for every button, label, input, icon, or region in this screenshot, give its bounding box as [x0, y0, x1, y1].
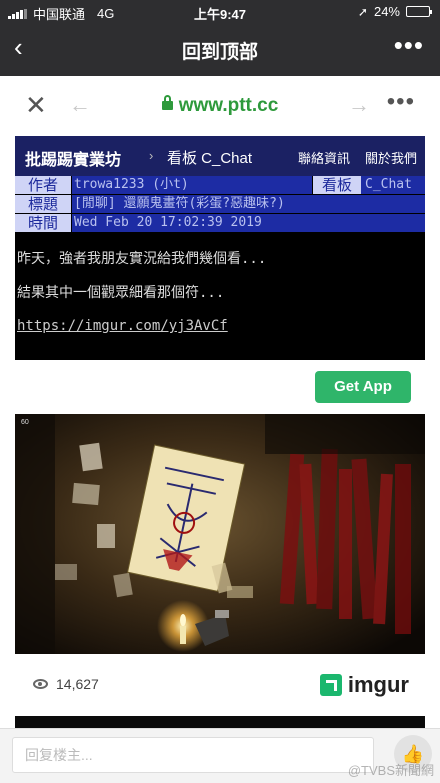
watermark: @TVBS新聞網 [347, 763, 434, 778]
forward-arrow-icon[interactable]: → [348, 92, 370, 118]
embedded-screenshot[interactable]: ✕ ← www.ptt.cc → ••• 批踢踢實業坊 › 看板 C_Chat … [15, 84, 425, 728]
time-value: Wed Feb 20 17:02:39 2019 [72, 214, 425, 232]
lock-icon [161, 95, 173, 110]
battery-percent: 24% [373, 4, 400, 19]
imgur-footer: 14,627 imgur [15, 654, 425, 716]
author-value: trowa1233 (小t) [72, 176, 312, 194]
url-text: www.ptt.cc [178, 95, 279, 116]
board-value: C_Chat [361, 176, 425, 194]
status-bar: 中国联通 4G 上午9:47 ➚ 24% [0, 0, 440, 24]
reply-bar: 回复楼主... 👍 @TVBS新聞網 [0, 728, 440, 783]
game-screenshot-image[interactable]: 60 [15, 414, 425, 654]
location-arrow-icon: ➚ [357, 4, 368, 19]
meta-time-row: 時間 Wed Feb 20 17:02:39 2019 [15, 214, 425, 232]
time-label: 時間 [15, 214, 71, 232]
ptt-header: 批踢踢實業坊 › 看板 C_Chat 聯絡資訊 關於我們 [15, 136, 425, 176]
get-app-row: Get App [15, 360, 425, 414]
battery-icon [406, 6, 432, 17]
ptt-article: 作者 trowa1233 (小t) 看板 C_Chat 標題 [閒聊] 還願鬼畫… [15, 176, 425, 360]
get-app-button[interactable]: Get App [315, 371, 411, 403]
post-content: ✕ ← www.ptt.cc → ••• 批踢踢實業坊 › 看板 C_Chat … [0, 76, 440, 728]
breadcrumb-separator: › [149, 148, 154, 163]
contact-link[interactable]: 聯絡資訊 [298, 148, 350, 167]
page-title[interactable]: 回到顶部 [0, 37, 440, 64]
author-label: 作者 [15, 176, 71, 194]
more-dots-icon[interactable]: ••• [387, 88, 415, 116]
board-label: 看板 [313, 176, 361, 194]
title-value: [閒聊] 還願鬼畫符(彩蛋?惡趣味?) [72, 195, 425, 213]
nav-bar: ‹ 回到顶部 ••• [0, 24, 440, 74]
imgur-logo-icon [319, 674, 342, 696]
meta-title-row: 標題 [閒聊] 還願鬼畫符(彩蛋?惡趣味?) [15, 195, 425, 213]
image-corner-text: 60 [21, 419, 29, 426]
board-link[interactable]: 看板 C_Chat [167, 147, 252, 168]
view-count: 14,627 [33, 676, 99, 692]
site-name[interactable]: 批踢踢實業坊 [25, 146, 121, 170]
content-line: 結果其中一個觀眾細看那個符... [17, 285, 225, 301]
imgur-wordmark: imgur [347, 672, 409, 697]
reply-input[interactable]: 回复楼主... [12, 737, 374, 773]
meta-author-row: 作者 trowa1233 (小t) 看板 C_Chat [15, 176, 425, 194]
about-link[interactable]: 關於我們 [365, 148, 417, 167]
title-label: 標題 [15, 195, 71, 213]
browser-toolbar: ✕ ← www.ptt.cc → ••• [15, 84, 425, 128]
imgur-link[interactable]: https://imgur.com/yj3AvCf [17, 318, 228, 334]
divider [15, 716, 425, 728]
content-line: 昨天，強者我朋友實況給我們幾個看... [17, 251, 267, 267]
view-count-value: 14,627 [56, 676, 99, 692]
imgur-brand[interactable]: imgur [319, 672, 409, 698]
more-dots-icon[interactable]: ••• [394, 30, 424, 61]
eye-icon [33, 679, 48, 689]
